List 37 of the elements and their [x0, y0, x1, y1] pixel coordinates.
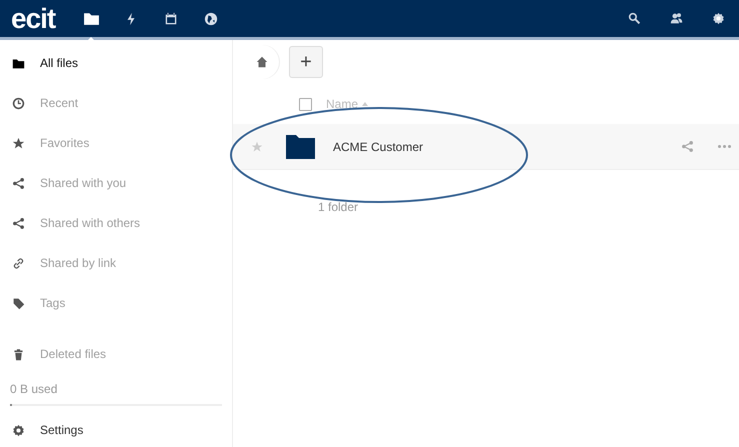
search-icon	[628, 12, 640, 25]
nav-item[interactable]: Deleted files	[0, 334, 232, 374]
star-icon	[251, 140, 263, 152]
nav-item[interactable]: Shared by link	[0, 243, 232, 283]
share-icon	[680, 140, 694, 153]
tag-icon	[12, 296, 25, 310]
trash-icon	[12, 348, 25, 360]
sort-caret-icon	[362, 102, 368, 106]
share-icon	[12, 216, 25, 230]
contacts-icon	[670, 12, 682, 25]
column-header[interactable]: Name	[326, 97, 358, 111]
link-icon	[12, 256, 25, 270]
star-icon	[12, 136, 25, 150]
globe-icon	[204, 12, 218, 26]
nav-item[interactable]: Shared with you	[0, 163, 232, 203]
nav-item[interactable]: Favorites	[0, 123, 232, 163]
file-row[interactable]: ACME Customer	[233, 124, 739, 170]
new-button[interactable]: +	[289, 46, 323, 78]
nav-item[interactable]: Recent	[0, 83, 232, 123]
folder-icon	[12, 56, 25, 70]
nav-item[interactable]: Shared with others	[0, 203, 232, 243]
clock-icon	[12, 96, 25, 110]
folder-icon	[82, 10, 100, 27]
settings-icon	[712, 12, 724, 25]
nav-item[interactable]: All files	[0, 43, 232, 83]
share-icon	[12, 176, 25, 190]
folder-icon	[286, 134, 315, 158]
select-all-checkbox[interactable]	[299, 98, 312, 110]
nav-item[interactable]: Tags	[0, 283, 232, 323]
home-icon	[255, 55, 269, 69]
calendar-icon	[164, 12, 178, 26]
file-count: 1 folder	[318, 200, 358, 214]
file-name[interactable]: ACME Customer	[333, 140, 665, 154]
settings-icon	[12, 424, 25, 436]
app-logo[interactable]: ecit	[11, 4, 56, 32]
settings-button[interactable]: Settings	[0, 413, 232, 447]
quota-text: 0 B used	[10, 382, 58, 396]
